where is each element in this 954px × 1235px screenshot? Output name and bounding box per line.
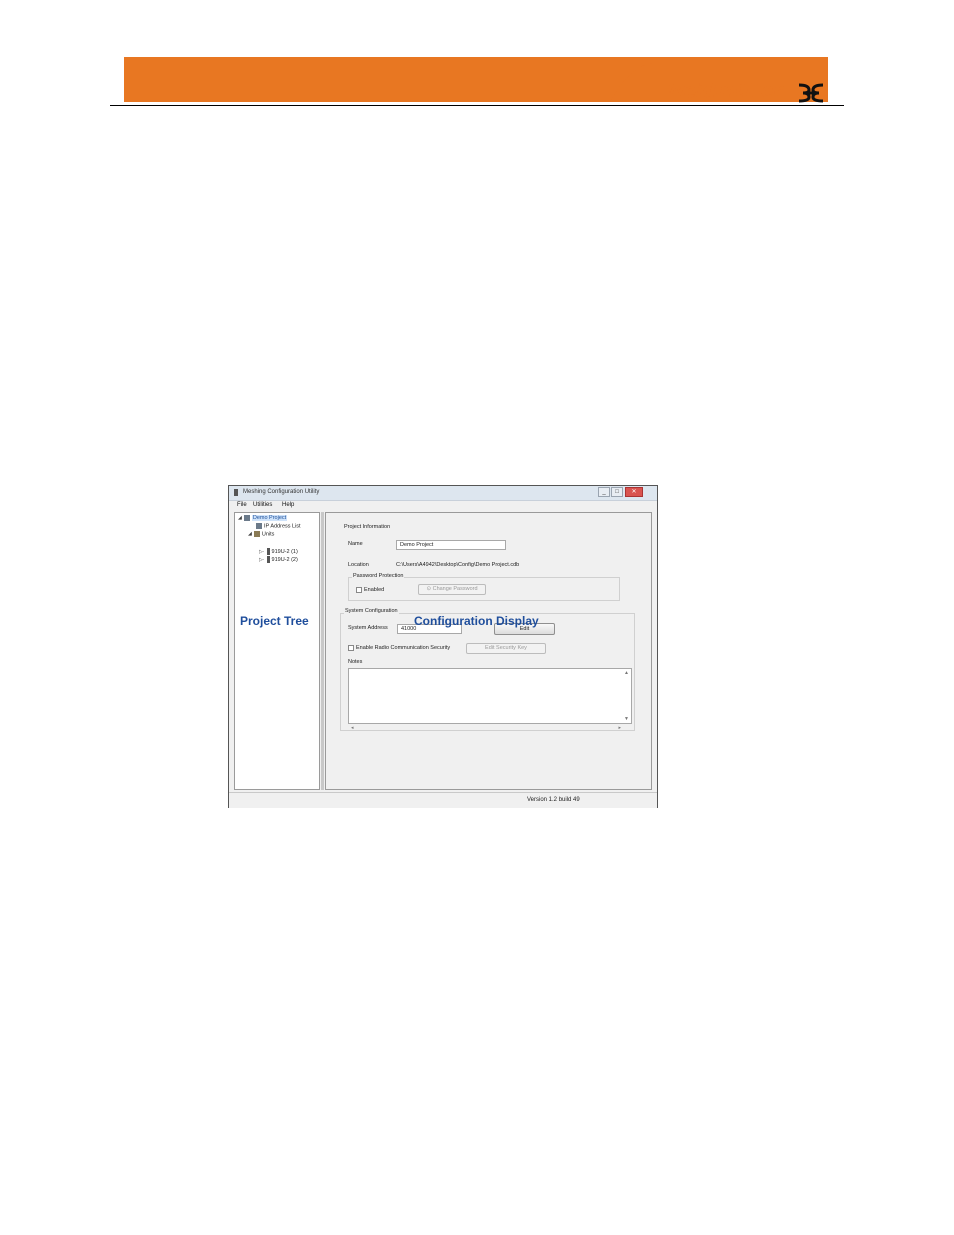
window-title: Meshing Configuration Utility xyxy=(243,489,320,495)
system-address-label: System Address xyxy=(348,625,388,631)
system-config-heading: System Configuration xyxy=(344,608,399,614)
weidmuller-logo-icon xyxy=(798,83,824,103)
app-icon xyxy=(234,489,238,496)
notes-label: Notes xyxy=(348,659,363,665)
minimize-icon[interactable]: _ xyxy=(598,487,610,497)
scroll-right-icon[interactable]: ▸ xyxy=(618,725,621,731)
name-label: Name xyxy=(348,541,363,547)
expand-icon[interactable]: ▷· xyxy=(259,557,265,563)
collapse-icon[interactable]: ◢ xyxy=(248,531,252,537)
panel-splitter[interactable] xyxy=(321,512,324,790)
name-input[interactable]: Demo Project xyxy=(396,540,506,550)
collapse-icon[interactable]: ◢ xyxy=(238,515,242,521)
edit-security-key-button[interactable]: Edit Security Key xyxy=(466,643,546,654)
menu-utilities[interactable]: Utilities xyxy=(253,502,272,508)
menu-help[interactable]: Help xyxy=(282,502,294,508)
tree-units[interactable]: ◢ Units xyxy=(248,531,274,537)
menu-file[interactable]: File xyxy=(237,502,247,508)
project-tree-annotation: Project Tree xyxy=(240,614,309,628)
scroll-up-icon[interactable]: ▲ xyxy=(624,670,629,676)
configuration-panel: Project Information Name Demo Project Lo… xyxy=(325,512,652,790)
project-tree-panel: ◢ Demo Project IP Address List ◢ Units ▷· 9… xyxy=(234,512,320,790)
tree-root-label: Demo Project xyxy=(251,515,288,522)
header-rule xyxy=(110,105,844,106)
tree-ip-list-label: IP Address List xyxy=(264,523,301,530)
scroll-down-icon[interactable]: ▼ xyxy=(624,716,629,722)
enabled-label: Enabled xyxy=(364,587,385,593)
maximize-icon[interactable]: □ xyxy=(611,487,623,497)
tree-units-label: Units xyxy=(261,531,275,538)
tree-root[interactable]: ◢ Demo Project xyxy=(238,515,288,522)
configuration-display-annotation: Configuration Display xyxy=(414,614,539,628)
change-password-label: Change Password xyxy=(432,586,478,592)
password-enabled-checkbox[interactable] xyxy=(356,587,362,593)
radio-unit-icon xyxy=(266,548,270,555)
folder-icon xyxy=(253,531,260,537)
tree-unit-label: 919U-2 (2) xyxy=(271,556,298,563)
tree-unit-item[interactable]: ▷· 919U-2 (1) xyxy=(259,548,298,555)
expand-icon[interactable]: ▷· xyxy=(259,549,265,555)
project-icon xyxy=(243,515,250,521)
location-value: C:\Users\A4942\Desktop\Config\Demo Proje… xyxy=(396,562,520,568)
status-bar: Version 1.2 build 49 xyxy=(229,792,657,808)
radio-security-checkbox[interactable] xyxy=(348,645,354,651)
change-password-button[interactable]: ⊙ Change Password xyxy=(418,584,486,595)
scroll-left-icon[interactable]: ◂ xyxy=(351,725,354,731)
tree-unit-item[interactable]: ▷· 919U-2 (2) xyxy=(259,556,298,563)
network-icon xyxy=(256,523,262,529)
version-text: Version 1.2 build 49 xyxy=(527,797,580,803)
radio-unit-icon xyxy=(266,556,270,563)
tree-unit-label: 919U-2 (1) xyxy=(271,548,298,555)
location-label: Location xyxy=(348,562,369,568)
close-icon[interactable]: ✕ xyxy=(625,487,643,497)
project-info-heading: Project Information xyxy=(344,524,391,530)
password-protection-label: Password Protection xyxy=(352,573,405,579)
menu-bar: File Utilities Help xyxy=(229,501,657,511)
notes-textarea[interactable]: ▲ ▼ ◂ ▸ xyxy=(348,668,632,731)
tree-ip-list[interactable]: IP Address List xyxy=(256,523,301,529)
title-bar: Meshing Configuration Utility _ □ ✕ xyxy=(229,486,657,501)
app-window: Meshing Configuration Utility _ □ ✕ File… xyxy=(228,485,658,808)
brand-name: Weidmüller xyxy=(664,80,783,102)
radio-security-label: Enable Radio Communication Security xyxy=(356,645,451,651)
